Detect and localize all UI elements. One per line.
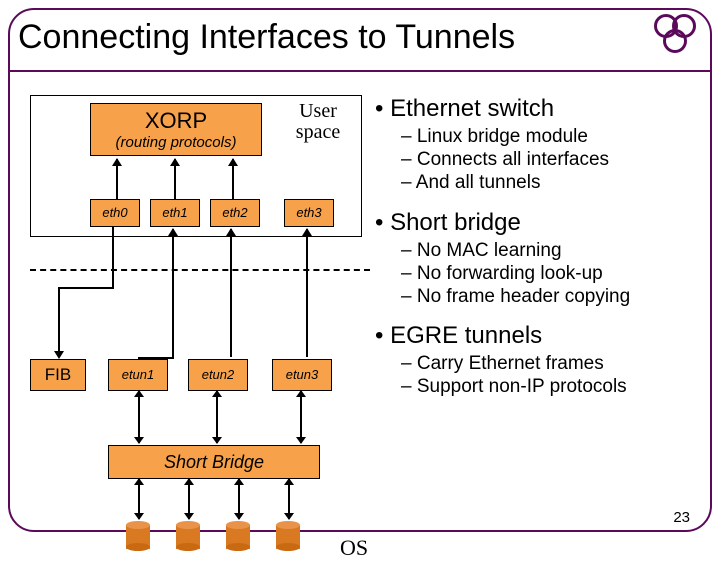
- arrow-eth1-etun1: [172, 229, 174, 357]
- darrow-etun2-sb: [216, 391, 218, 443]
- arrow-xorp-eth1: [174, 159, 176, 199]
- arrow-xorp-eth0: [116, 159, 118, 199]
- title-underline: [10, 70, 710, 72]
- eth1-box: eth1: [150, 199, 200, 227]
- userspace-l1: User: [299, 100, 337, 122]
- etun3-box: etun3: [272, 359, 332, 391]
- eth0-box: eth0: [90, 199, 140, 227]
- bullet-l1: • Short bridge: [375, 209, 706, 237]
- arrow-eth1-etun1-h: [138, 357, 174, 359]
- xorp-title: XORP: [91, 108, 261, 134]
- bullet-l2: – No frame header copying: [401, 285, 706, 308]
- userspace-label: User space: [282, 101, 354, 143]
- xorp-subtitle: (routing protocols): [91, 134, 261, 151]
- arrow-eth0-fib: [58, 227, 114, 359]
- bullet-l2: – Linux bridge module: [401, 125, 706, 148]
- cylinder-3: [226, 521, 250, 551]
- bullet-l2: – Connects all interfaces: [401, 148, 706, 171]
- bullet-l1: • Ethernet switch: [375, 95, 706, 123]
- darrow-sb-cyl2: [188, 479, 190, 519]
- xorp-box: XORP (routing protocols): [90, 103, 262, 156]
- os-label: OS: [340, 535, 368, 561]
- short-bridge-box: Short Bridge: [108, 445, 320, 479]
- darrow-sb-cyl1: [138, 479, 140, 519]
- fib-box: FIB: [30, 359, 86, 391]
- logo-icon: [652, 12, 700, 60]
- bullet-list: • Ethernet switch– Linux bridge module– …: [375, 95, 706, 398]
- cylinder-4: [276, 521, 300, 551]
- bullet-l2: – Carry Ethernet frames: [401, 352, 706, 375]
- arrow-eth3-etun3: [306, 229, 308, 357]
- arrow-xorp-eth2: [232, 159, 234, 199]
- darrow-etun1-sb: [138, 391, 140, 443]
- bullet-l2: – And all tunnels: [401, 171, 706, 194]
- bullet-l2: – Support non-IP protocols: [401, 375, 706, 398]
- eth3-box: eth3: [284, 199, 334, 227]
- darrow-etun3-sb: [300, 391, 302, 443]
- userspace-l2: space: [296, 121, 340, 143]
- eth2-box: eth2: [210, 199, 260, 227]
- darrow-sb-cyl4: [288, 479, 290, 519]
- diagram: XORP (routing protocols) User space eth0…: [30, 95, 370, 520]
- page-number: 23: [673, 509, 690, 526]
- bullet-l2: – No MAC learning: [401, 239, 706, 262]
- bullet-l2: – No forwarding look-up: [401, 262, 706, 285]
- cylinder-2: [176, 521, 200, 551]
- bullet-l1: • EGRE tunnels: [375, 322, 706, 350]
- cylinder-1: [126, 521, 150, 551]
- etun2-box: etun2: [188, 359, 248, 391]
- slide-title: Connecting Interfaces to Tunnels: [18, 18, 515, 57]
- darrow-sb-cyl3: [238, 479, 240, 519]
- arrow-eth2-etun2: [230, 229, 232, 357]
- etun1-box: etun1: [108, 359, 168, 391]
